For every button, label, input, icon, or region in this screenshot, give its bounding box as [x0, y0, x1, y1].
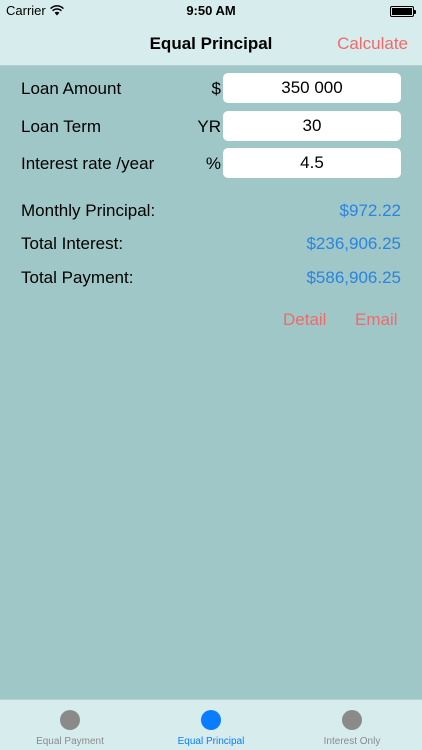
total-interest-label: Total Interest:: [21, 234, 124, 253]
detail-button[interactable]: Detail: [283, 310, 326, 330]
monthly-principal-value: $972.22: [339, 201, 401, 220]
loan-term-label: Loan Term: [21, 117, 102, 136]
total-interest-value: $236,906.25: [306, 234, 401, 253]
battery-icon: [390, 6, 416, 17]
tab-equal-principal[interactable]: Equal Principal: [141, 700, 281, 750]
circle-icon: [342, 710, 362, 730]
circle-icon: [60, 710, 80, 730]
loan-term-input[interactable]: [223, 111, 401, 141]
monthly-principal-row: Monthly Principal: $972.22: [21, 201, 401, 225]
tab-interest-only[interactable]: Interest Only: [282, 700, 422, 750]
loan-amount-row: Loan Amount $: [21, 73, 401, 103]
total-payment-value: $586,906.25: [306, 268, 401, 287]
loan-term-row: Loan Term YR: [21, 111, 401, 141]
tab-equal-payment[interactable]: Equal Payment: [0, 700, 140, 750]
interest-rate-row: Interest rate /year %: [21, 148, 401, 178]
calculate-button[interactable]: Calculate: [337, 34, 408, 54]
interest-rate-unit: %: [205, 154, 221, 173]
total-interest-row: Total Interest: $236,906.25: [21, 234, 401, 258]
email-button[interactable]: Email: [355, 310, 398, 330]
interest-rate-label: Interest rate /year: [21, 154, 155, 173]
total-payment-row: Total Payment: $586,906.25: [21, 268, 401, 292]
loan-amount-label: Loan Amount: [21, 79, 122, 98]
nav-bar: Equal Principal Calculate: [0, 22, 422, 66]
tab-label: Interest Only: [323, 736, 381, 747]
loan-amount-unit: $: [211, 79, 221, 98]
circle-icon: [201, 710, 221, 730]
status-bar: Carrier 9:50 AM: [0, 0, 422, 22]
tab-bar: Equal Payment Equal Principal Interest O…: [0, 699, 422, 750]
total-payment-label: Total Payment:: [21, 268, 134, 287]
monthly-principal-label: Monthly Principal:: [21, 201, 156, 220]
loan-amount-input[interactable]: [223, 73, 401, 103]
loan-term-unit: YR: [197, 117, 221, 136]
interest-rate-input[interactable]: [223, 148, 401, 178]
tab-label: Equal Payment: [36, 736, 104, 747]
tab-label: Equal Principal: [177, 736, 245, 747]
status-time: 9:50 AM: [186, 3, 236, 18]
